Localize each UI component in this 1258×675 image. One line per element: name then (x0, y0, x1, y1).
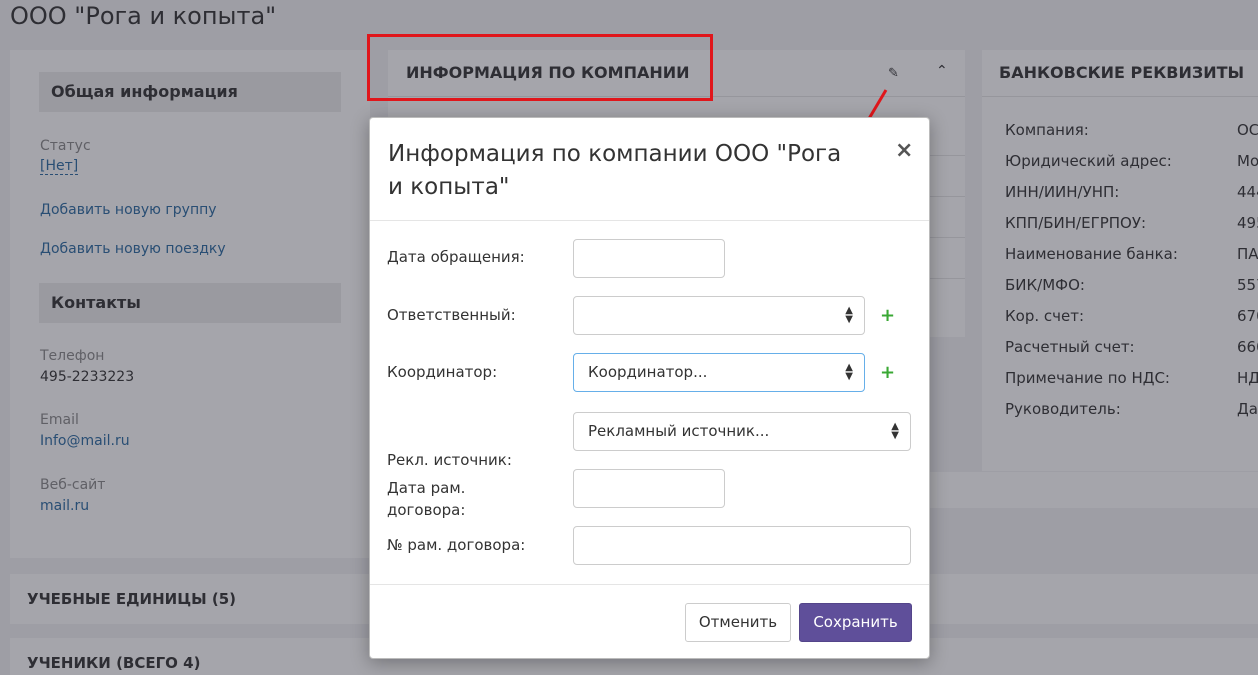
responsible-label: Ответственный: (387, 306, 516, 324)
coordinator-value: Координатор... (588, 363, 708, 381)
modal-title: Информация по компании ООО "Рога и копыт… (388, 141, 842, 200)
contract-date-input[interactable] (573, 469, 725, 508)
contract-number-label: № рам. договора: (387, 536, 526, 554)
annotation-highlight-box (367, 34, 713, 101)
coordinator-select[interactable]: Координатор... ▲ ▼ (573, 353, 865, 392)
contract-number-input[interactable] (573, 526, 911, 565)
close-icon[interactable]: × (895, 138, 913, 163)
coordinator-label: Координатор: (387, 363, 498, 381)
save-button[interactable]: Сохранить (799, 603, 912, 642)
add-coordinator-icon[interactable]: + (880, 362, 895, 383)
date-label: Дата обращения: (387, 248, 525, 266)
divider (370, 584, 929, 585)
source-label: Рекл. источник: (387, 451, 512, 469)
select-arrows-icon: ▲ ▼ (891, 421, 899, 441)
add-responsible-icon[interactable]: + (880, 305, 895, 326)
divider (370, 220, 929, 221)
ad-source-value: Рекламный источник... (588, 422, 770, 440)
select-arrows-icon: ▲ ▼ (845, 305, 853, 325)
responsible-select[interactable]: ▲ ▼ (573, 296, 865, 335)
ad-source-select[interactable]: Рекламный источник... ▲ ▼ (573, 412, 911, 451)
select-arrows-icon: ▲ ▼ (845, 362, 853, 382)
company-info-modal: Информация по компании ООО "Рога и копыт… (369, 117, 930, 659)
cancel-button[interactable]: Отменить (685, 603, 791, 642)
contract-date-label: Дата рам. договора: (387, 479, 466, 519)
date-input[interactable] (573, 239, 725, 278)
